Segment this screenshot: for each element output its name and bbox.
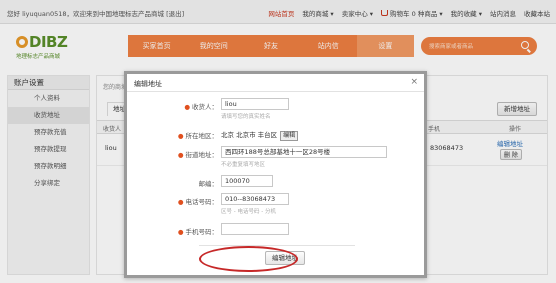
zip-input[interactable]: 100070 xyxy=(221,175,273,187)
region-edit-button[interactable]: 编辑 xyxy=(280,131,299,141)
dialog-header: 编辑地址 × xyxy=(127,74,424,92)
zip-label: 邮编： xyxy=(198,180,219,188)
street-hint: 不必重复填写地区 xyxy=(221,162,266,168)
region-label: 所在地区： xyxy=(185,132,219,140)
receiver-label: 收货人： xyxy=(192,103,218,111)
edit-address-dialog: 编辑地址 × ● 收货人： liou 请填写您的真实姓名 ● 所在地区： 北京 北京… xyxy=(124,71,427,278)
region-value: 北京 北京市 丰台区 xyxy=(221,131,278,139)
street-row: ● 街道地址： 西四环188号总部基地十一区28号楼 不必重复填写地区 xyxy=(127,146,424,168)
annotation-circle xyxy=(199,246,298,272)
required-marker: ● xyxy=(177,132,184,140)
phone-label: 电话号码： xyxy=(185,198,219,206)
dialog-title: 编辑地址 xyxy=(134,80,162,88)
receiver-hint: 请填写您的真实姓名 xyxy=(221,114,271,120)
street-input[interactable]: 西四环188号总部基地十一区28号楼 xyxy=(221,146,387,158)
mobile-label: 手机号码： xyxy=(185,228,219,236)
mobile-input[interactable] xyxy=(221,223,289,235)
required-marker: ● xyxy=(184,103,190,111)
phone-row: ● 电话号码： 010--83068473 区号 - 电话号码 - 分机 xyxy=(127,193,424,215)
required-marker: ● xyxy=(177,198,184,206)
receiver-row: ● 收货人： liou 请填写您的真实姓名 xyxy=(127,98,424,120)
required-marker: ● xyxy=(177,228,184,236)
mobile-row: ● 手机号码： xyxy=(127,223,424,237)
receiver-input[interactable]: liou xyxy=(221,98,289,110)
region-row: ● 所在地区： 北京 北京市 丰台区 编辑 xyxy=(127,127,424,141)
required-marker: ● xyxy=(177,151,184,159)
phone-hint: 区号 - 电话号码 - 分机 xyxy=(221,209,276,215)
close-icon[interactable]: × xyxy=(410,77,418,87)
phone-input[interactable]: 010--83068473 xyxy=(221,193,289,205)
street-label: 街道地址： xyxy=(185,151,219,159)
zip-row: 邮编： 100070 xyxy=(127,175,424,189)
